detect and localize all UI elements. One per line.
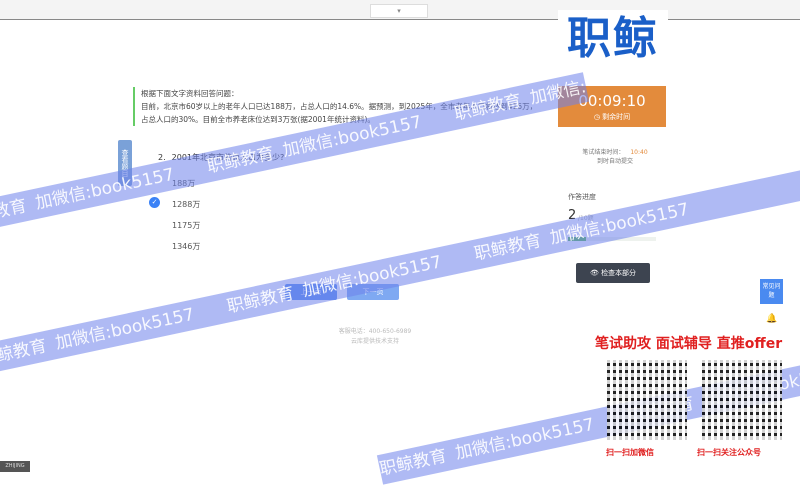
option-d[interactable]: 1346万 — [172, 241, 200, 252]
bell-icon[interactable]: 🔔 — [766, 314, 777, 324]
auto-submit-note: 到时自动提交 — [596, 158, 633, 165]
question: 2. 2001年北京市的总人口为多少? — [158, 152, 284, 163]
timer-value: 00:09:10 — [578, 92, 646, 110]
support-phone: 客服电话：400-650-6989 — [338, 328, 412, 335]
qr2-label: 扫一扫关注公众号 — [697, 448, 761, 457]
official-account-qr-code — [702, 360, 782, 440]
collapse-dropdown[interactable]: ▾ — [370, 4, 428, 18]
next-page-button[interactable]: 下一页 — [347, 284, 399, 300]
footer: 客服电话：400-650-6989 云库提供技术支持 — [300, 327, 450, 347]
progress-label: 作答进度 — [568, 193, 596, 201]
faq-button[interactable]: 常见问题 — [760, 279, 783, 304]
countdown-timer: 00:09:10 ◷ 剩余时间 — [558, 86, 666, 127]
option-c[interactable]: 1175万 — [172, 220, 200, 231]
wechat-qr-code — [607, 360, 687, 440]
end-time: 10:40 — [630, 149, 648, 156]
corner-badge: ZHIJING — [0, 461, 30, 472]
end-time-label: 笔试结束时间： — [582, 149, 625, 156]
browser-top-bar: ▾ — [0, 0, 800, 20]
material-passage: 根据下面文字资料回答问题： 目前，北京市60岁以上的老年人口已达188万，占总人… — [133, 87, 543, 126]
qr1-label: 扫一扫加微信 — [606, 448, 654, 457]
check-section-button[interactable]: 👁 检查本部分 — [576, 263, 650, 283]
material-text: 目前，北京市60岁以上的老年人口已达188万，占总人口的14.6%。据预测，到2… — [141, 102, 538, 124]
prev-page-button[interactable]: 上一页 — [285, 284, 337, 300]
option-a[interactable]: 188万 — [172, 178, 195, 189]
eye-icon: 👁 — [589, 269, 602, 277]
question-text: 2001年北京市的总人口为多少? — [171, 153, 285, 162]
check-section-label: 检查本部分 — [601, 269, 637, 277]
total-count: /10题 — [578, 215, 594, 222]
end-info: 笔试结束时间： 10:40 到时自动提交 — [560, 148, 670, 166]
promo-headline: 笔试助攻 面试辅导 直推offer — [595, 336, 783, 352]
brand-logo: 职鲸 — [558, 10, 668, 68]
material-title: 根据下面文字资料回答问题： — [141, 89, 239, 98]
clock-icon: ◷ — [593, 113, 603, 121]
answered-count: 2 — [568, 208, 577, 223]
tech-support: 云库提供技术支持 — [350, 338, 399, 345]
progress-fill — [568, 237, 586, 241]
option-b[interactable]: 1288万 — [172, 199, 200, 210]
view-question-tab[interactable]: 查看题目 — [118, 140, 132, 186]
selected-check-icon[interactable]: ✓ — [149, 197, 160, 208]
question-number: 2. — [158, 153, 166, 162]
answer-progress: 作答进度 2 /10题 — [568, 192, 596, 223]
progress-bar — [568, 237, 656, 241]
timer-label: 剩余时间 — [602, 113, 631, 121]
